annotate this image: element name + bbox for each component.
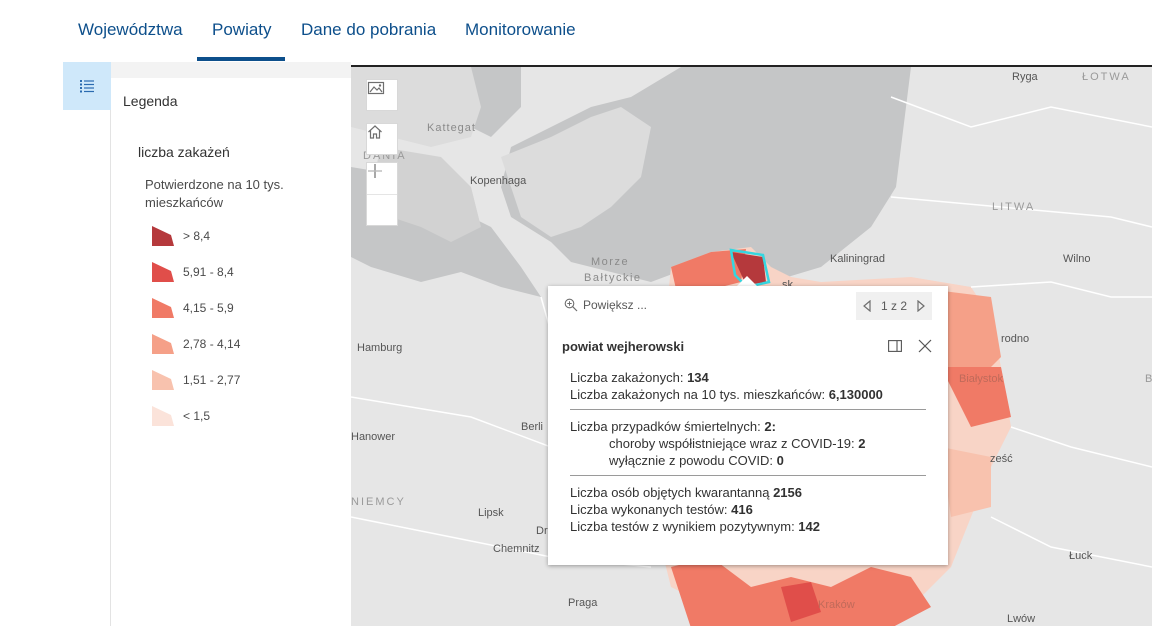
map-label-berlin: Berli: [521, 421, 544, 433]
basemap-gallery-button[interactable]: [366, 79, 398, 111]
legend-class-label: 1,51 - 2,77: [183, 373, 241, 387]
legend-list-icon: [80, 80, 94, 93]
zoom-to-button[interactable]: Powiększ ...: [564, 298, 647, 312]
dock-icon[interactable]: [888, 340, 902, 352]
next-arrow-icon[interactable]: [916, 300, 926, 312]
legend-field-name: Potwierdzone na 10 tys. mieszkańców: [145, 177, 284, 210]
legend-class-label: < 1,5: [183, 409, 211, 423]
active-tab-indicator: [197, 57, 285, 61]
legend-class-label: > 8,4: [183, 229, 211, 243]
popup-pager: 1 z 2: [856, 292, 932, 320]
legend-swatch: [152, 226, 174, 246]
map-label-baltyckie: Bałtyckie: [584, 272, 642, 284]
legend-title: Legenda: [123, 93, 178, 109]
popup-toolbar: Powiększ ... 1 z 2: [548, 286, 948, 326]
zoom-to-label: Powiększ ...: [583, 298, 648, 312]
popup-divider: [570, 409, 926, 410]
legend-panel: Legenda liczba zakażeń Potwierdzone na 1…: [111, 62, 351, 626]
map-label-wilno: Wilno: [1063, 253, 1091, 265]
map-label-lwow: Lwów: [1007, 613, 1036, 625]
legend-class-label: 4,15 - 5,9: [183, 301, 234, 315]
popup-line-tests: Liczba wykonanych testów: 416: [570, 502, 753, 517]
popup-line-positive-tests: Liczba testów z wynikiem pozytywnym: 142: [570, 519, 820, 534]
map-label-praga: Praga: [568, 597, 598, 609]
popup-pointer: [737, 276, 757, 286]
legend-layer-name: liczba zakażeń: [138, 144, 230, 160]
legend-swatch: [152, 262, 174, 282]
popup-divider: [570, 475, 926, 476]
legend-panel-header: [111, 62, 351, 78]
map-label-morze: Morze: [591, 256, 630, 268]
zoom-controls: [366, 162, 398, 226]
top-tab-bar: Województwa Powiaty Dane do pobrania Mon…: [0, 0, 1152, 62]
map-label-kopenhaga: Kopenhaga: [470, 175, 527, 187]
tab-powiaty[interactable]: Powiaty: [212, 20, 272, 40]
legend-class: < 1,5: [151, 405, 210, 427]
tab-wojewodztwa[interactable]: Województwa: [78, 20, 183, 40]
pager-label: 1 z 2: [880, 299, 907, 313]
map-label-chemnitz: Chemnitz: [493, 543, 540, 555]
map-label-luck: Łuck: [1069, 550, 1093, 562]
popup-line-deaths: Liczba przypadków śmiertelnych: 2:: [570, 419, 776, 434]
legend-swatch: [152, 298, 174, 318]
home-icon: [368, 125, 382, 139]
map-label-grodno: rodno: [1001, 333, 1030, 345]
map-label-litwa: LITWA: [992, 201, 1036, 213]
map-label-ryga: Ryga: [1012, 71, 1038, 83]
popup-line-quarantine: Liczba osób objętych kwarantanną 2156: [570, 485, 802, 500]
legend-class-label: 5,91 - 8,4: [183, 265, 234, 279]
map-label-niemcy: NIEMCY: [351, 496, 406, 508]
popup-line-infected: Liczba zakażonych: 134: [570, 370, 709, 385]
legend-class: > 8,4: [151, 225, 210, 247]
map-label-lipsk: Lipsk: [478, 507, 504, 519]
legend-swatch: [152, 370, 174, 390]
close-icon[interactable]: [918, 339, 932, 353]
basemap-gallery-icon: [367, 81, 385, 95]
map-label-edge: B: [1145, 373, 1152, 385]
tab-monitorowanie[interactable]: Monitorowanie: [465, 20, 576, 40]
zoom-magnifier-icon: [564, 298, 578, 312]
legend-class: 5,91 - 8,4: [151, 261, 234, 283]
popup-content: Liczba zakażonych: 134 Liczba zakażonych…: [570, 369, 926, 535]
map-label-kattegat: Kattegat: [427, 122, 476, 134]
map-label-kaliningrad: Kaliningrad: [830, 253, 886, 265]
popup-line-infected-per-10k: Liczba zakażonych na 10 tys. mieszkańców…: [570, 387, 883, 402]
feature-popup: Powiększ ... 1 z 2 powiat wejherowski Li…: [548, 286, 948, 565]
legend-class: 4,15 - 5,9: [151, 297, 234, 319]
legend-toggle-button[interactable]: [63, 62, 111, 110]
map-label-dr: Dr: [536, 525, 548, 537]
home-button[interactable]: [366, 123, 398, 155]
zoom-out-button[interactable]: [367, 170, 397, 225]
legend-swatch: [152, 406, 174, 426]
widget-strip: [0, 62, 111, 626]
previous-arrow-icon[interactable]: [862, 300, 872, 312]
map-label-lotwa: ŁOTWA: [1082, 71, 1131, 83]
map-label-krakow: Kraków: [818, 599, 855, 611]
popup-title: powiat wejherowski: [562, 339, 685, 354]
map-label-hanower: Hanower: [351, 431, 396, 443]
map-label-hamburg: Hamburg: [357, 342, 403, 354]
legend-swatch: [152, 334, 174, 354]
legend-class-label: 2,78 - 4,14: [183, 337, 241, 351]
popup-line-deaths-comorbid: choroby współistniejące wraz z COVID-19:…: [609, 436, 866, 451]
map-label-brzesc: ześć: [990, 453, 1013, 465]
zoom-out-icon: [368, 170, 382, 172]
tab-dane-do-pobrania[interactable]: Dane do pobrania: [301, 20, 436, 40]
map-label-bialystok: Białystok: [959, 373, 1004, 385]
popup-line-deaths-covid-only: wyłącznie z powodu COVID: 0: [609, 453, 784, 468]
legend-class: 2,78 - 4,14: [151, 333, 240, 355]
legend-class: 1,51 - 2,77: [151, 369, 240, 391]
